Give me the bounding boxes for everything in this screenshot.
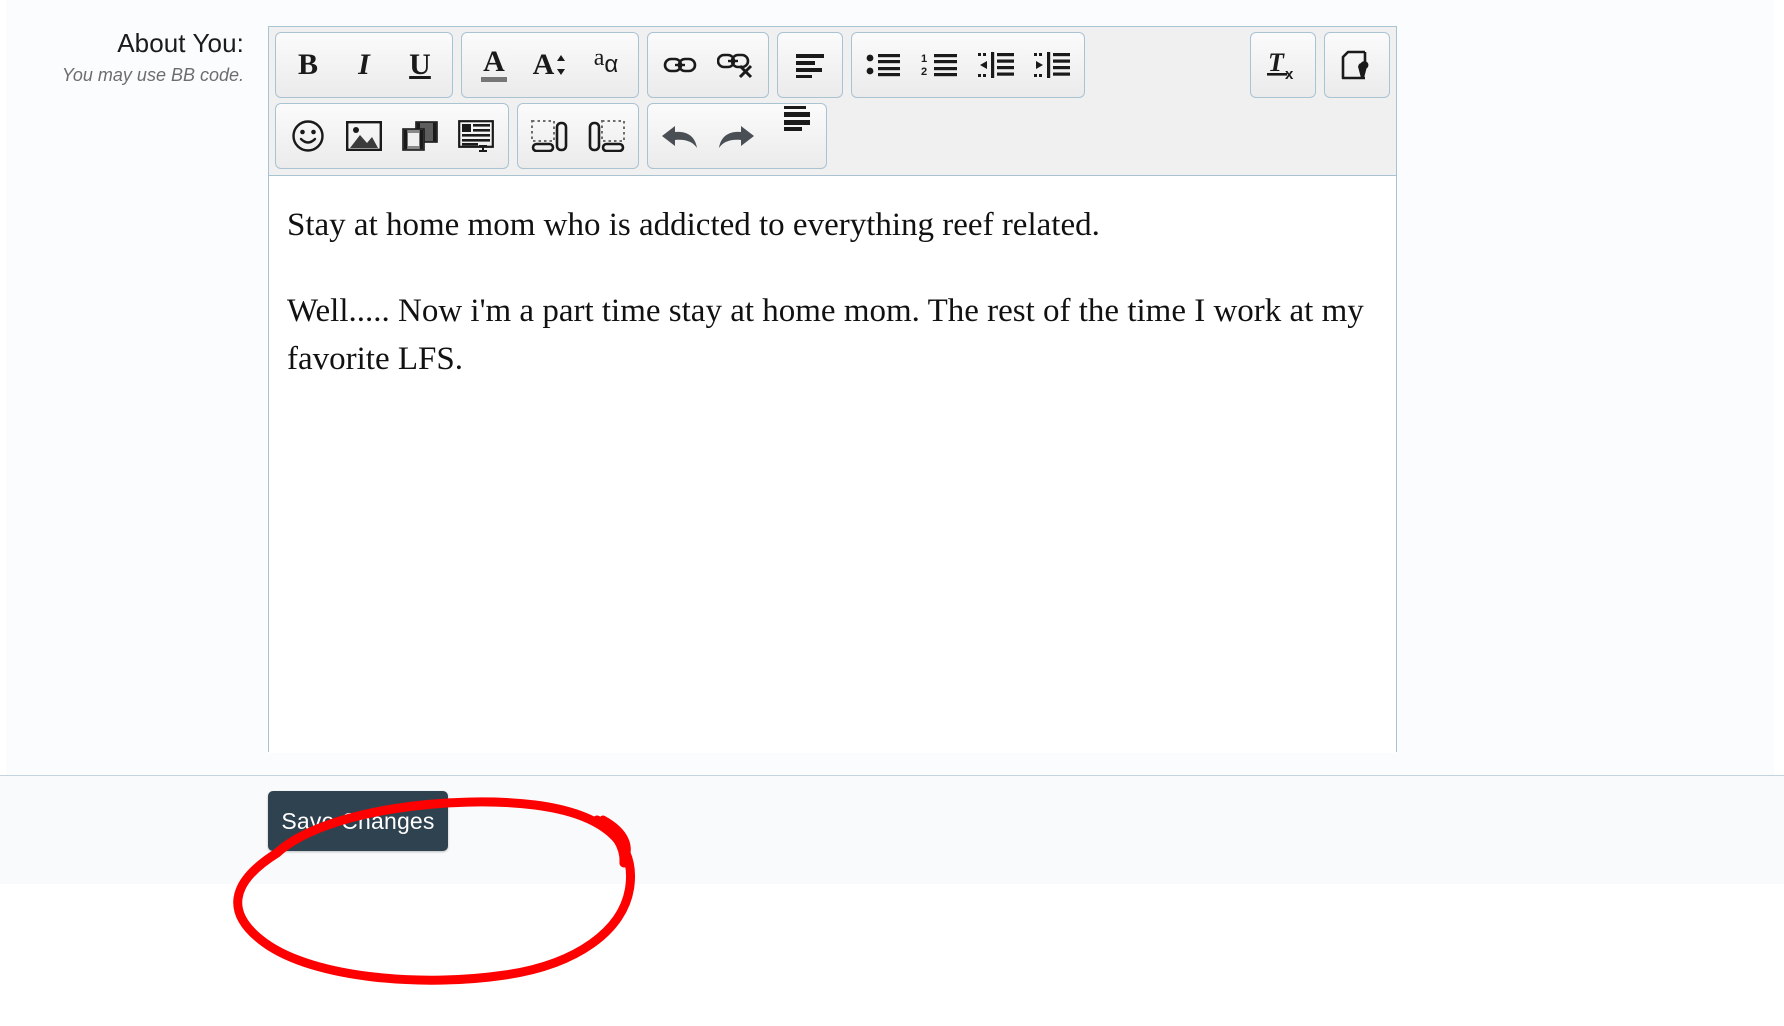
remove-format-icon: T x [1267, 48, 1294, 82]
redo-icon [719, 126, 754, 148]
float-right-button[interactable] [578, 106, 634, 166]
insert-image-button[interactable] [336, 106, 392, 166]
outdent-button[interactable] [968, 35, 1024, 95]
undo-button[interactable] [652, 106, 708, 166]
about-you-textarea[interactable]: Stay at home mom who is addicted to ever… [269, 176, 1396, 753]
toolbar-group-list: 1 2 [851, 32, 1085, 98]
numbered-list-button[interactable]: 1 2 [912, 35, 968, 95]
toolbar-group-source [1324, 32, 1390, 98]
bold-button[interactable]: B [280, 35, 336, 95]
unlink-icon [717, 53, 753, 79]
unlink-button[interactable] [708, 35, 764, 95]
bold-icon: B [297, 48, 318, 81]
insert-link-icon [663, 57, 697, 73]
svg-text:x: x [1285, 66, 1294, 82]
underline-button[interactable]: U [392, 35, 448, 95]
align-left-button[interactable] [782, 35, 838, 95]
outdent-icon [978, 52, 1014, 78]
insert-quote-button[interactable] [448, 106, 504, 166]
source-code-button[interactable] [1329, 35, 1385, 95]
undo-icon [662, 126, 697, 148]
float-right-icon [588, 120, 625, 152]
quote-icon [458, 120, 494, 152]
underline-icon: U [409, 48, 431, 81]
insert-media-button[interactable] [392, 106, 448, 166]
svg-text:T: T [1268, 48, 1285, 77]
font-color-icon: A [481, 46, 507, 82]
align-left-icon [796, 54, 824, 78]
toolbar-row-2 [275, 103, 1390, 169]
emoticon-icon [292, 120, 324, 152]
footer-divider [0, 775, 1784, 776]
toolbar-row-1: B I U A A a α 1 2 T x [275, 32, 1390, 98]
toolbar-group-float [517, 103, 639, 169]
emoticon-button[interactable] [280, 106, 336, 166]
save-changes-button[interactable]: Save Changes [268, 791, 448, 851]
remove-format-button[interactable]: T x [1255, 35, 1311, 95]
italic-icon: I [358, 48, 370, 81]
media-icon [402, 121, 438, 151]
bulleted-list-button[interactable] [856, 35, 912, 95]
toolbar-group-link [647, 32, 769, 98]
numbered-list-icon: 1 2 [921, 53, 957, 77]
svg-text:2: 2 [921, 66, 927, 77]
rich-text-editor: B I U A A a α 1 2 T x Stay at home mom w… [268, 26, 1397, 753]
toolbar-group-insert [275, 103, 509, 169]
float-left-icon [531, 120, 568, 152]
toolbar-group-text-style: B I U [275, 32, 453, 98]
bbcode-hint: You may use BB code. [61, 64, 244, 85]
page-root: About You: You may use BB code. B I U A … [0, 0, 1784, 1026]
about-paragraph-2: Well..... Now i'm a part time stay at ho… [287, 292, 1364, 377]
font-family-icon: a α [593, 45, 619, 78]
bulleted-list-icon [866, 54, 900, 77]
image-icon [346, 121, 382, 151]
italic-button[interactable]: I [336, 35, 392, 95]
toolbar-group-history [647, 103, 827, 169]
float-left-button[interactable] [522, 106, 578, 166]
toolbar-group-cleanup: T x [1250, 32, 1316, 98]
editor-toolbar: B I U A A a α 1 2 T x [269, 27, 1396, 176]
redo-button[interactable] [708, 106, 764, 166]
font-size-button[interactable]: A [522, 35, 578, 95]
source-code-icon [1341, 50, 1369, 80]
about-you-label-block: About You: You may use BB code. [0, 28, 278, 86]
font-color-button[interactable]: A [466, 35, 522, 95]
insert-link-button[interactable] [652, 35, 708, 95]
page-bottom [0, 884, 1784, 1026]
indent-button[interactable] [1024, 35, 1080, 95]
about-paragraph-1: Stay at home mom who is addicted to ever… [287, 207, 1100, 243]
font-family-button[interactable]: a α [578, 35, 634, 95]
indent-icon [1034, 52, 1070, 78]
page-title: About You: [117, 28, 244, 58]
svg-text:1: 1 [921, 53, 927, 65]
font-size-icon: A [533, 48, 568, 82]
toolbar-group-font: A A a α [461, 32, 639, 98]
toolbar-group-align [777, 32, 843, 98]
